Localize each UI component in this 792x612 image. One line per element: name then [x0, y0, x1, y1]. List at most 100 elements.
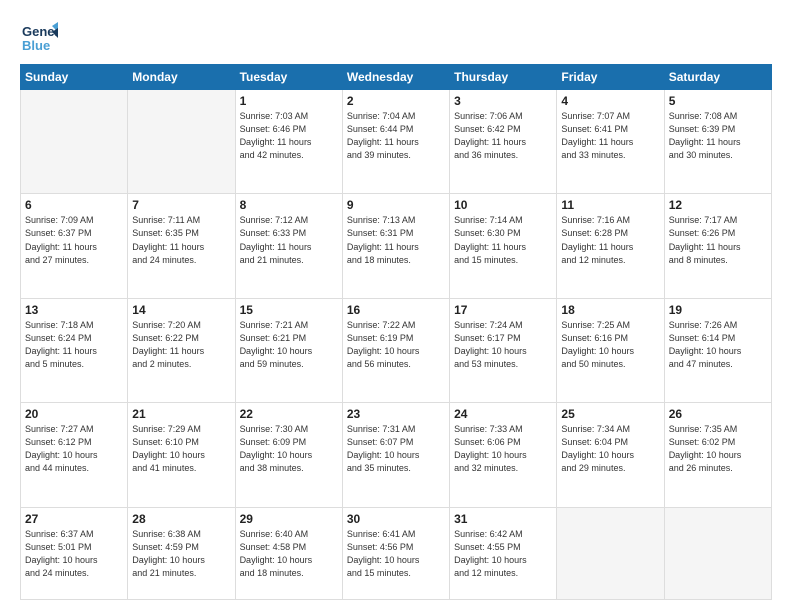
day-number: 12 [669, 198, 767, 212]
day-number: 22 [240, 407, 338, 421]
day-number: 9 [347, 198, 445, 212]
calendar-cell: 28 Sunrise: 6:38 AM Sunset: 4:59 PM Dayli… [128, 507, 235, 599]
day-number: 2 [347, 94, 445, 108]
calendar-cell: 26Sunrise: 7:35 AM Sunset: 6:02 PM Dayli… [664, 403, 771, 507]
day-info: Sunrise: 7:27 AM Sunset: 6:12 PM Dayligh… [25, 423, 123, 475]
day-info: Sunrise: 7:17 AM Sunset: 6:26 PM Dayligh… [669, 214, 767, 266]
day-number: 23 [347, 407, 445, 421]
page: General Blue SundayMondayTuesdayWednesda… [0, 0, 792, 612]
day-info: Sunrise: 7:07 AM Sunset: 6:41 PM Dayligh… [561, 110, 659, 162]
calendar-cell: 29 Sunrise: 6:40 AM Sunset: 4:58 PM Dayli… [235, 507, 342, 599]
day-info: Sunrise: 6:40 AM Sunset: 4:58 PM Dayligh… [240, 528, 338, 580]
day-info: Sunrise: 7:33 AM Sunset: 6:06 PM Dayligh… [454, 423, 552, 475]
calendar-cell: 17 Sunrise: 7:24 AM Sunset: 6:17 PM Dayli… [450, 298, 557, 402]
weekday-header-row: SundayMondayTuesdayWednesdayThursdayFrid… [21, 65, 772, 90]
calendar-cell: 22Sunrise: 7:30 AM Sunset: 6:09 PM Dayli… [235, 403, 342, 507]
calendar-cell: 13 Sunrise: 7:18 AM Sunset: 6:24 PM Dayli… [21, 298, 128, 402]
day-info: Sunrise: 7:16 AM Sunset: 6:28 PM Dayligh… [561, 214, 659, 266]
day-info: Sunrise: 6:37 AM Sunset: 5:01 PM Dayligh… [25, 528, 123, 580]
day-info: Sunrise: 7:34 AM Sunset: 6:04 PM Dayligh… [561, 423, 659, 475]
calendar-table: SundayMondayTuesdayWednesdayThursdayFrid… [20, 64, 772, 600]
calendar-cell [664, 507, 771, 599]
week-row-1: 1 Sunrise: 7:03 AM Sunset: 6:46 PM Daylig… [21, 90, 772, 194]
day-info: Sunrise: 7:31 AM Sunset: 6:07 PM Dayligh… [347, 423, 445, 475]
calendar-cell: 1 Sunrise: 7:03 AM Sunset: 6:46 PM Daylig… [235, 90, 342, 194]
day-info: Sunrise: 7:29 AM Sunset: 6:10 PM Dayligh… [132, 423, 230, 475]
calendar-cell: 25Sunrise: 7:34 AM Sunset: 6:04 PM Dayli… [557, 403, 664, 507]
weekday-header-thursday: Thursday [450, 65, 557, 90]
weekday-header-tuesday: Tuesday [235, 65, 342, 90]
calendar-cell: 16 Sunrise: 7:22 AM Sunset: 6:19 PM Dayli… [342, 298, 449, 402]
day-info: Sunrise: 7:12 AM Sunset: 6:33 PM Dayligh… [240, 214, 338, 266]
calendar-cell: 12 Sunrise: 7:17 AM Sunset: 6:26 PM Dayli… [664, 194, 771, 298]
day-number: 26 [669, 407, 767, 421]
calendar-cell: 14 Sunrise: 7:20 AM Sunset: 6:22 PM Dayli… [128, 298, 235, 402]
day-number: 13 [25, 303, 123, 317]
day-info: Sunrise: 7:25 AM Sunset: 6:16 PM Dayligh… [561, 319, 659, 371]
day-number: 3 [454, 94, 552, 108]
day-number: 8 [240, 198, 338, 212]
day-number: 31 [454, 512, 552, 526]
weekday-header-wednesday: Wednesday [342, 65, 449, 90]
calendar-cell: 5 Sunrise: 7:08 AM Sunset: 6:39 PM Daylig… [664, 90, 771, 194]
day-number: 16 [347, 303, 445, 317]
day-info: Sunrise: 7:14 AM Sunset: 6:30 PM Dayligh… [454, 214, 552, 266]
calendar-cell: 30 Sunrise: 6:41 AM Sunset: 4:56 PM Dayli… [342, 507, 449, 599]
calendar-cell: 20 Sunrise: 7:27 AM Sunset: 6:12 PM Dayli… [21, 403, 128, 507]
calendar-cell: 31 Sunrise: 6:42 AM Sunset: 4:55 PM Dayli… [450, 507, 557, 599]
day-number: 14 [132, 303, 230, 317]
weekday-header-sunday: Sunday [21, 65, 128, 90]
calendar-cell: 4 Sunrise: 7:07 AM Sunset: 6:41 PM Daylig… [557, 90, 664, 194]
day-number: 11 [561, 198, 659, 212]
calendar-cell: 7 Sunrise: 7:11 AM Sunset: 6:35 PM Daylig… [128, 194, 235, 298]
calendar-cell [21, 90, 128, 194]
day-info: Sunrise: 7:21 AM Sunset: 6:21 PM Dayligh… [240, 319, 338, 371]
day-number: 1 [240, 94, 338, 108]
day-number: 21 [132, 407, 230, 421]
day-info: Sunrise: 7:13 AM Sunset: 6:31 PM Dayligh… [347, 214, 445, 266]
week-row-2: 6Sunrise: 7:09 AM Sunset: 6:37 PM Daylig… [21, 194, 772, 298]
logo-icon: General Blue [20, 18, 58, 56]
day-info: Sunrise: 7:24 AM Sunset: 6:17 PM Dayligh… [454, 319, 552, 371]
week-row-4: 20 Sunrise: 7:27 AM Sunset: 6:12 PM Dayli… [21, 403, 772, 507]
day-number: 30 [347, 512, 445, 526]
day-info: Sunrise: 7:26 AM Sunset: 6:14 PM Dayligh… [669, 319, 767, 371]
day-info: Sunrise: 7:22 AM Sunset: 6:19 PM Dayligh… [347, 319, 445, 371]
logo: General Blue [20, 18, 58, 56]
calendar-cell: 8 Sunrise: 7:12 AM Sunset: 6:33 PM Daylig… [235, 194, 342, 298]
day-number: 15 [240, 303, 338, 317]
day-info: Sunrise: 7:18 AM Sunset: 6:24 PM Dayligh… [25, 319, 123, 371]
day-number: 5 [669, 94, 767, 108]
day-number: 6 [25, 198, 123, 212]
day-info: Sunrise: 6:38 AM Sunset: 4:59 PM Dayligh… [132, 528, 230, 580]
day-info: Sunrise: 7:04 AM Sunset: 6:44 PM Dayligh… [347, 110, 445, 162]
day-info: Sunrise: 6:42 AM Sunset: 4:55 PM Dayligh… [454, 528, 552, 580]
day-info: Sunrise: 7:06 AM Sunset: 6:42 PM Dayligh… [454, 110, 552, 162]
calendar-cell: 2 Sunrise: 7:04 AM Sunset: 6:44 PM Daylig… [342, 90, 449, 194]
day-info: Sunrise: 6:41 AM Sunset: 4:56 PM Dayligh… [347, 528, 445, 580]
day-number: 29 [240, 512, 338, 526]
day-info: Sunrise: 7:20 AM Sunset: 6:22 PM Dayligh… [132, 319, 230, 371]
calendar-cell [557, 507, 664, 599]
day-info: Sunrise: 7:11 AM Sunset: 6:35 PM Dayligh… [132, 214, 230, 266]
weekday-header-saturday: Saturday [664, 65, 771, 90]
day-number: 4 [561, 94, 659, 108]
calendar-cell: 10Sunrise: 7:14 AM Sunset: 6:30 PM Dayli… [450, 194, 557, 298]
calendar-cell: 27Sunrise: 6:37 AM Sunset: 5:01 PM Dayli… [21, 507, 128, 599]
day-info: Sunrise: 7:08 AM Sunset: 6:39 PM Dayligh… [669, 110, 767, 162]
day-number: 20 [25, 407, 123, 421]
day-number: 7 [132, 198, 230, 212]
week-row-5: 27Sunrise: 6:37 AM Sunset: 5:01 PM Dayli… [21, 507, 772, 599]
calendar-cell [128, 90, 235, 194]
day-number: 19 [669, 303, 767, 317]
calendar-cell: 24Sunrise: 7:33 AM Sunset: 6:06 PM Dayli… [450, 403, 557, 507]
day-number: 17 [454, 303, 552, 317]
calendar-cell: 9 Sunrise: 7:13 AM Sunset: 6:31 PM Daylig… [342, 194, 449, 298]
header: General Blue [20, 18, 772, 56]
svg-text:Blue: Blue [22, 38, 50, 53]
calendar-cell: 11 Sunrise: 7:16 AM Sunset: 6:28 PM Dayli… [557, 194, 664, 298]
calendar-cell: 21 Sunrise: 7:29 AM Sunset: 6:10 PM Dayli… [128, 403, 235, 507]
weekday-header-friday: Friday [557, 65, 664, 90]
day-number: 28 [132, 512, 230, 526]
day-info: Sunrise: 7:03 AM Sunset: 6:46 PM Dayligh… [240, 110, 338, 162]
